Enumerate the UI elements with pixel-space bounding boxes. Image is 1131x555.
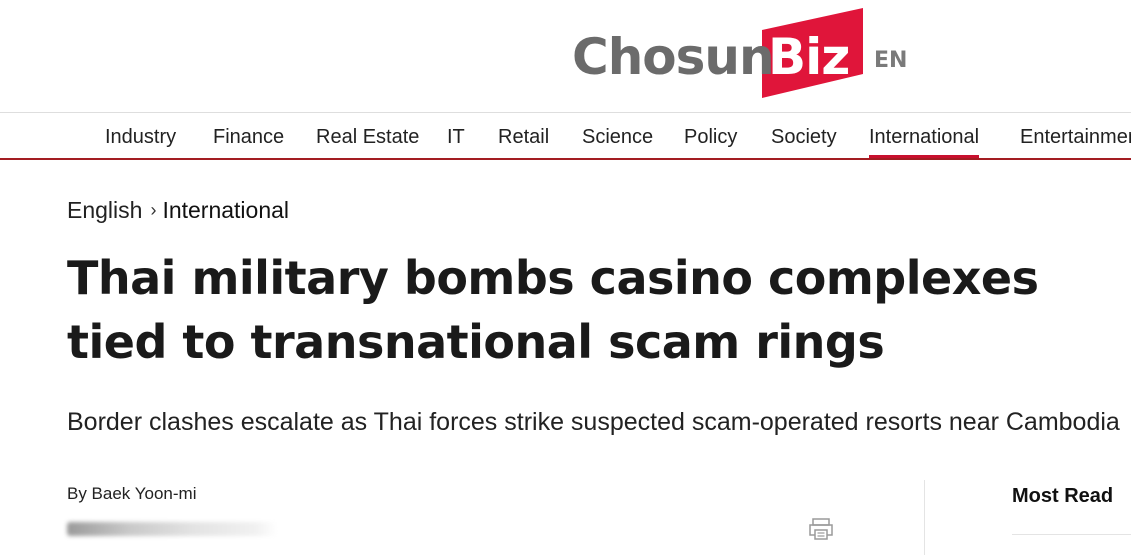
chevron-right-icon: › [150,200,157,220]
nav-item-finance[interactable]: Finance [213,125,284,149]
nav-item-real-estate[interactable]: Real Estate [316,125,419,149]
article-byline: By Baek Yoon-mi [67,484,197,503]
most-read-heading: Most Read [1012,485,1114,507]
logo-text-biz: Biz [768,28,850,86]
column-divider [924,480,925,555]
nav-item-entertainment[interactable]: Entertainment [1020,125,1131,149]
blurred-date-text [67,522,277,536]
most-read-divider [1012,534,1131,535]
chosunbiz-logo[interactable]: Chosun Biz EN [572,8,912,100]
nav-item-it[interactable]: IT [447,125,465,149]
logo-language-label[interactable]: EN [874,50,907,72]
print-icon[interactable] [808,516,834,542]
nav-item-industry[interactable]: Industry [105,125,176,149]
article-subtitle: Border clashes escalate as Thai forces s… [67,408,1120,436]
nav-item-international[interactable]: International [869,125,980,158]
nav-item-retail[interactable]: Retail [498,125,549,149]
breadcrumb-root-link[interactable]: English [67,197,142,223]
site-header: Chosun Biz EN [0,0,1131,112]
nav-item-policy[interactable]: Policy [684,125,737,149]
logo-text-chosun: Chosun [572,28,775,86]
nav-item-society[interactable]: Society [771,125,837,149]
main-nav: Industry Finance Real Estate IT Retail S… [0,112,1131,160]
article-title: Thai military bombs casino complexes tie… [67,251,1039,369]
nav-item-science[interactable]: Science [582,125,653,149]
breadcrumb: English › International [67,196,289,226]
breadcrumb-current-link[interactable]: International [162,197,289,223]
